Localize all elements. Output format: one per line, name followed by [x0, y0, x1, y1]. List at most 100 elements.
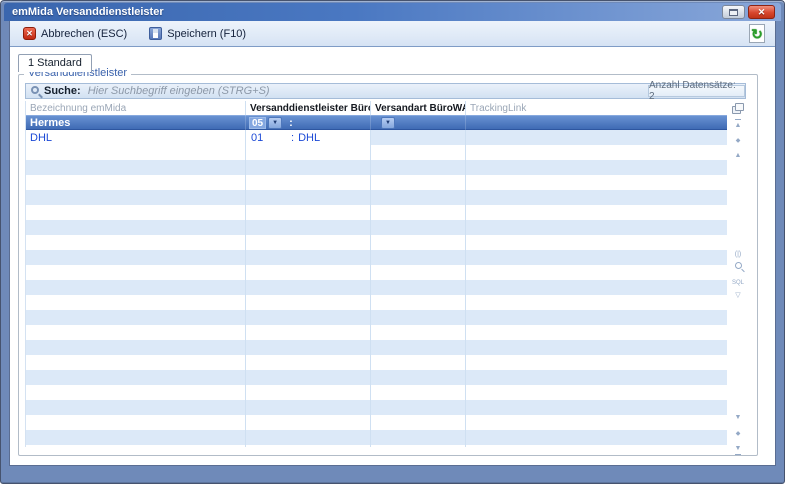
table-cell-empty [466, 325, 727, 340]
table-row-empty [26, 220, 727, 235]
scroll-down-button[interactable]: ▼ [729, 410, 747, 422]
magnifier-icon [735, 262, 742, 269]
table-cell-empty [371, 370, 466, 385]
chevron-down-icon: ▼ [385, 120, 391, 126]
table-cell-empty [371, 265, 466, 280]
sql-filter-button[interactable]: SQL [729, 275, 747, 288]
table-row-empty [26, 370, 727, 385]
carrier-value-field[interactable]: 05 [249, 117, 266, 129]
zoom-button[interactable] [729, 260, 747, 269]
versandart-dropdown-button[interactable]: ▼ [381, 117, 395, 129]
table-cell-empty [466, 220, 727, 235]
table-cell-empty [371, 280, 466, 295]
carrier-dropdown-button[interactable]: ▼ [268, 117, 282, 129]
table-cell-empty [466, 400, 727, 415]
table-header-row: Bezeichnung emMida Versanddienstleister … [26, 101, 727, 115]
table-cell-empty [246, 250, 371, 265]
save-icon [149, 27, 162, 40]
table-cell-empty [466, 205, 727, 220]
table-cell-empty [466, 355, 727, 370]
save-button[interactable]: Speichern (F10) [145, 25, 250, 42]
table-empty-rows [26, 145, 727, 447]
cell-bezeichnung[interactable]: DHL [26, 130, 246, 145]
table-row-hermes[interactable]: Hermes 05 ▼ : ▼ [26, 115, 727, 130]
table-cell-empty [466, 160, 727, 175]
table-row-empty [26, 205, 727, 220]
table-cell-empty [466, 430, 727, 445]
scroll-to-bottom-button[interactable]: ▼ [729, 441, 747, 455]
search-bar[interactable]: Suche: Anzahl Datensätze: 2 [25, 83, 746, 99]
table-row-empty [26, 400, 727, 415]
table-cell-empty [26, 280, 246, 295]
table-cell-empty [26, 160, 246, 175]
refresh-button[interactable]: ↻ [749, 24, 765, 43]
app-window: emMida Versanddienstleister ✕ ✕ Abbreche… [0, 0, 785, 484]
table-cell-empty [26, 340, 246, 355]
close-button[interactable]: ✕ [748, 5, 775, 19]
search-input[interactable] [88, 85, 745, 97]
table-cell-empty [26, 400, 246, 415]
cancel-button-label: Abbrechen (ESC) [41, 28, 127, 40]
scroll-to-top-button[interactable]: ▲ [729, 118, 747, 130]
table-cell-empty [246, 280, 371, 295]
scroll-up-button[interactable]: ▲ [729, 148, 747, 160]
column-header-bezeichnung[interactable]: Bezeichnung emMida [26, 101, 246, 115]
table-row-empty [26, 415, 727, 430]
cell-bezeichnung[interactable]: Hermes [26, 115, 246, 130]
table-cell-empty [246, 370, 371, 385]
title-bar[interactable]: emMida Versanddienstleister ✕ [4, 3, 781, 21]
maximize-icon [729, 9, 738, 16]
column-header-versandart[interactable]: Versandart BüroWARE [371, 101, 466, 115]
table-cell-empty [371, 310, 466, 325]
table-cell-empty [26, 385, 246, 400]
table-cell-empty [466, 415, 727, 430]
carrier-table: Bezeichnung emMida Versanddienstleister … [25, 101, 727, 447]
chevron-down-icon: ▼ [272, 120, 278, 126]
table-cell-empty [466, 340, 727, 355]
table-row-empty [26, 340, 727, 355]
table-cell-empty [26, 325, 246, 340]
diamond-down-icon: ◆ [736, 431, 741, 437]
page-up-button[interactable]: ◆ [729, 133, 747, 146]
table-cell-empty [371, 145, 466, 160]
table-cell-empty [466, 250, 727, 265]
table-cell-empty [26, 415, 246, 430]
table-cell-empty [246, 340, 371, 355]
maximize-button[interactable] [722, 5, 745, 19]
cancel-button[interactable]: ✕ Abbrechen (ESC) [19, 25, 131, 42]
table-side-rail: ▲ ◆ ▲ (|) SQL ▽ ▼ ◆ ▼ [729, 101, 747, 450]
table-row-dhl[interactable]: DHL 01 : DHL [26, 130, 727, 145]
table-cell-empty [371, 325, 466, 340]
tab-standard[interactable]: 1 Standard [18, 54, 92, 72]
table-cell-empty [26, 205, 246, 220]
table-cell-empty [246, 205, 371, 220]
tab-standard-label: 1 Standard [28, 57, 82, 69]
table-cell-empty [466, 385, 727, 400]
search-label: Suche: [44, 85, 81, 97]
table-cell-empty [371, 295, 466, 310]
window-frame: emMida Versanddienstleister ✕ ✕ Abbreche… [0, 0, 785, 484]
table-cell-empty [466, 235, 727, 250]
fit-columns-button[interactable]: (|) [729, 247, 747, 259]
page-down-button[interactable]: ◆ [729, 426, 747, 439]
table-cell-empty [246, 145, 371, 160]
table-cell-empty [371, 415, 466, 430]
save-button-label: Speichern (F10) [167, 28, 246, 40]
table-cell-empty [466, 370, 727, 385]
table-cell-empty [371, 430, 466, 445]
table-row-empty [26, 280, 727, 295]
filter-icon: ▽ [735, 292, 740, 299]
cell-versanddienstleister[interactable]: 01 : DHL [246, 130, 371, 145]
search-icon [31, 86, 39, 94]
window-title: emMida Versanddienstleister [12, 3, 164, 21]
column-header-versanddienstleister[interactable]: Versanddienstleister BüroWARE [246, 101, 371, 115]
diamond-up-icon: ◆ [736, 138, 741, 144]
table-cell-empty [466, 265, 727, 280]
filter-button[interactable]: ▽ [729, 288, 747, 300]
table-cell-empty [246, 310, 371, 325]
column-header-trackinglink[interactable]: TrackingLink [466, 101, 727, 115]
table-row-empty [26, 445, 727, 447]
table-cell-empty [246, 415, 371, 430]
table-cell-empty [246, 430, 371, 445]
versanddienstleister-groupbox: Versanddienstleister Suche: Anzahl Daten… [18, 74, 758, 456]
